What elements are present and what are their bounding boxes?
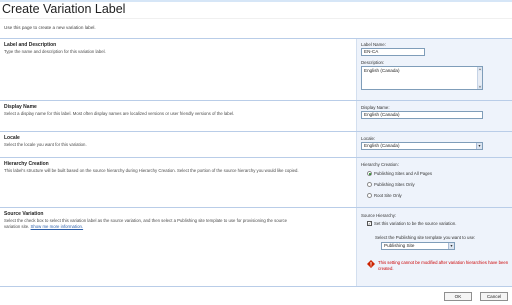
show-more-link[interactable]: Show me more information. bbox=[31, 224, 84, 229]
section-right: Locale: English (Canada) ▼ bbox=[356, 132, 512, 157]
page-subtitle: Use this page to create a new variation … bbox=[4, 25, 96, 30]
template-label: Select the Publishing site template you … bbox=[375, 235, 476, 240]
section-title: Locale bbox=[4, 135, 20, 141]
radio-label: Publishing Sites and All Pages bbox=[374, 171, 433, 176]
section-description: Select the check box to select this vari… bbox=[4, 218, 300, 229]
section-left: Hierarchy Creation This label's structur… bbox=[0, 158, 356, 207]
radio-label: Publishing Sites Only bbox=[374, 182, 415, 187]
section-left: Locale Select the locale you want for th… bbox=[0, 132, 356, 157]
label-name-input[interactable]: EN-CA bbox=[361, 48, 425, 56]
radio-label: Root Site Only bbox=[374, 193, 402, 198]
description-value: English (Canada) bbox=[364, 68, 400, 73]
chevron-down-icon[interactable]: ▼ bbox=[476, 143, 482, 149]
section-right: Source Hierarchy: ✓ Set this variation to… bbox=[356, 208, 512, 286]
locale-value: English (Canada) bbox=[364, 143, 400, 148]
button-bar: OK Cancel bbox=[0, 286, 512, 305]
page-title: Create Variation Label bbox=[2, 2, 126, 16]
display-name-label: Display Name: bbox=[361, 105, 390, 110]
display-name-input[interactable]: English (Canada) bbox=[361, 111, 483, 119]
template-value: Publishing Site bbox=[384, 243, 415, 248]
label-name-label: Label Name: bbox=[361, 42, 386, 47]
section-title: Hierarchy Creation bbox=[4, 161, 49, 167]
description-textarea[interactable]: English (Canada) ▲ ▼ bbox=[361, 66, 483, 90]
section-title: Label and Description bbox=[4, 42, 57, 48]
warning-icon bbox=[367, 260, 375, 268]
radio-option-all-pages[interactable]: Publishing Sites and All Pages bbox=[367, 171, 433, 177]
warning-message: This setting cannot be modified after va… bbox=[378, 260, 509, 271]
cancel-button[interactable]: Cancel bbox=[480, 292, 508, 301]
radio-option-sites-only[interactable]: Publishing Sites Only bbox=[367, 182, 415, 188]
radio-unselected-icon[interactable] bbox=[367, 193, 372, 199]
section-hierarchy-creation: Hierarchy Creation This label's structur… bbox=[0, 157, 512, 207]
description-label: Description: bbox=[361, 60, 385, 65]
ok-button[interactable]: OK bbox=[444, 292, 472, 301]
scroll-down-icon[interactable]: ▼ bbox=[478, 85, 482, 89]
scroll-up-icon[interactable]: ▲ bbox=[478, 67, 482, 71]
section-description: Type the name and description for this v… bbox=[4, 49, 106, 54]
locale-select[interactable]: English (Canada) ▼ bbox=[361, 142, 483, 150]
hierarchy-label: Hierarchy Creation: bbox=[361, 162, 399, 167]
source-hierarchy-label: Source Hierarchy: bbox=[361, 213, 397, 218]
section-left: Display Name Select a display name for t… bbox=[0, 101, 356, 131]
section-right: Hierarchy Creation: Publishing Sites and… bbox=[356, 158, 512, 207]
radio-option-root-site[interactable]: Root Site Only bbox=[367, 193, 402, 199]
title-bar: Create Variation Label bbox=[0, 0, 512, 19]
section-title: Display Name bbox=[4, 104, 37, 110]
template-select[interactable]: Publishing Site ▼ bbox=[381, 242, 455, 250]
section-right: Label Name: EN-CA Description: English (… bbox=[356, 39, 512, 100]
section-description: This label's structure will be built bas… bbox=[4, 168, 299, 173]
checkbox-checked-icon[interactable]: ✓ bbox=[367, 221, 372, 227]
radio-selected-icon[interactable] bbox=[367, 171, 372, 177]
section-description: Select a display name for this label. Mo… bbox=[4, 111, 235, 116]
source-checkbox-row[interactable]: ✓ Set this variation to be the source var… bbox=[367, 221, 457, 227]
chevron-down-icon[interactable]: ▼ bbox=[448, 243, 454, 249]
checkbox-label: Set this variation to be the source vari… bbox=[374, 221, 457, 226]
section-right: Display Name: English (Canada) bbox=[356, 101, 512, 131]
section-description: Select the locale you want for this vari… bbox=[4, 142, 87, 147]
section-left: Label and Description Type the name and … bbox=[0, 39, 356, 100]
radio-unselected-icon[interactable] bbox=[367, 182, 372, 188]
textarea-scrollbar[interactable]: ▲ ▼ bbox=[477, 67, 482, 89]
section-source-variation: Source Variation Select the check box to… bbox=[0, 207, 512, 286]
section-locale: Locale Select the locale you want for th… bbox=[0, 131, 512, 157]
section-display-name: Display Name Select a display name for t… bbox=[0, 100, 512, 131]
section-title: Source Variation bbox=[4, 211, 44, 217]
locale-label: Locale: bbox=[361, 136, 376, 141]
section-label-description: Label and Description Type the name and … bbox=[0, 38, 512, 100]
section-left: Source Variation Select the check box to… bbox=[0, 208, 356, 286]
